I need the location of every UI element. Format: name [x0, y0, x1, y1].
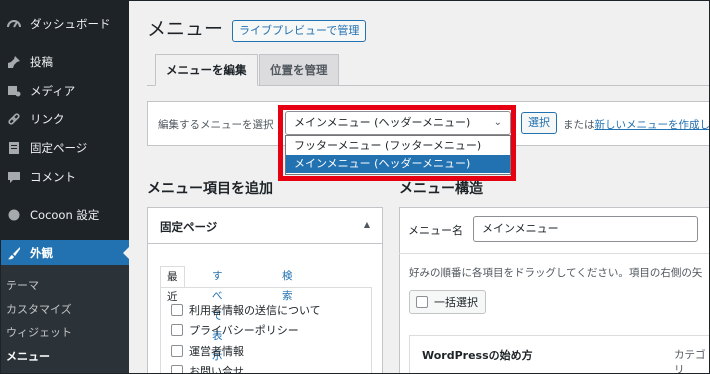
sidebar-item-label: 外観	[30, 246, 53, 260]
sidebar-item-label: ダッシュボード	[30, 17, 111, 31]
live-preview-button[interactable]: ライブプレビューで管理	[232, 20, 367, 42]
sidebar-item-label: 固定ページ	[30, 141, 88, 155]
menu-name-input[interactable]: メインメニュー	[473, 216, 698, 242]
list-item[interactable]: 運営者情報	[171, 343, 244, 359]
page-label: お問い合せ	[189, 365, 244, 374]
sidebar-item-label: コメント	[30, 170, 76, 184]
list-item[interactable]: 利用者情報の送信について	[171, 302, 321, 318]
page-icon	[6, 140, 22, 156]
submenu-item-menus[interactable]: メニュー	[6, 348, 50, 364]
submenu-item-themes[interactable]: テーマ	[6, 277, 39, 293]
or-text: または	[563, 119, 595, 131]
highlight-box	[278, 105, 516, 181]
submenu-item-widgets[interactable]: ウィジェット	[6, 324, 72, 340]
menu-name-label: メニュー名	[408, 224, 463, 237]
menu-item-title: WordPressの始め方	[422, 349, 533, 362]
tab-recent[interactable]: 最近	[160, 266, 185, 303]
appearance-submenu: テーマ カスタマイズ ウィジェット メニュー	[0, 265, 129, 374]
tab-manage-locations[interactable]: 位置を管理	[259, 54, 339, 86]
page-label: プライバシーポリシー	[189, 324, 299, 337]
sidebar-item-label: メディア	[30, 84, 76, 98]
create-new-text: または新しいメニューを作成し	[563, 117, 710, 132]
pages-list-panel: 利用者情報の送信について プライバシーポリシー 運営者情報 お問い合せ	[160, 287, 372, 374]
brush-icon	[6, 245, 22, 261]
add-items-heading: メニュー項目を追加	[147, 181, 273, 197]
sidebar-item-label: Cocoon 設定	[30, 208, 100, 222]
tab-search[interactable]: 検索	[276, 266, 299, 302]
page-label: 運営者情報	[189, 345, 244, 358]
checkbox[interactable]	[171, 345, 183, 357]
pages-accordion: 固定ページ ▲ 最近 すべて表示 検索 利用者情報の送信について プライバシーポ…	[147, 207, 383, 374]
triangle-up-icon[interactable]: ▲	[364, 220, 370, 229]
checkbox[interactable]	[171, 324, 183, 336]
comment-icon	[6, 169, 22, 185]
page-label: 利用者情報の送信について	[189, 304, 321, 317]
sidebar-item-comments[interactable]: コメント	[0, 164, 129, 190]
checkbox[interactable]	[171, 304, 183, 316]
sidebar-item-links[interactable]: リンク	[0, 106, 129, 132]
link-icon	[6, 111, 22, 127]
drag-instructions: 好みの順番に各項目をドラッグしてください。項目の右側の矢	[409, 267, 703, 279]
menu-structure-heading: メニュー構造	[399, 181, 483, 197]
divider	[399, 253, 710, 254]
select-menu-label: 編集するメニューを選択	[158, 119, 274, 131]
sidebar-item-cocoon[interactable]: Cocoon 設定	[0, 202, 129, 228]
checkbox[interactable]	[416, 296, 428, 308]
tab-view-all[interactable]: すべて表示	[206, 266, 229, 362]
create-new-menu-link[interactable]: 新しいメニューを作成し	[595, 119, 710, 131]
submenu-item-customize[interactable]: カスタマイズ	[6, 301, 72, 317]
dashboard-icon	[6, 16, 22, 32]
sidebar-item-label: リンク	[30, 112, 65, 126]
sidebar-item-dashboard[interactable]: ダッシュボード	[0, 11, 129, 37]
list-item[interactable]: お問い合せ	[171, 363, 244, 374]
checkbox[interactable]	[171, 365, 183, 374]
bulk-select-button[interactable]: 一括選択	[409, 290, 486, 314]
sidebar-item-appearance[interactable]: 外観	[0, 240, 129, 266]
media-icon	[6, 83, 22, 99]
current-arrow	[123, 247, 129, 259]
admin-sidebar: ダッシュボード 投稿 メディア リンク 固定ページ コメント Cocoon 設定…	[0, 0, 129, 374]
menu-item-type: カテゴリ	[674, 349, 706, 374]
tab-edit-menus[interactable]: メニューを編集	[155, 54, 258, 86]
sidebar-item-pages[interactable]: 固定ページ	[0, 135, 129, 161]
sidebar-item-posts[interactable]: 投稿	[0, 49, 129, 75]
pages-accordion-header[interactable]: 固定ページ ▲	[148, 208, 382, 244]
circle-icon	[6, 207, 22, 223]
sidebar-item-media[interactable]: メディア	[0, 78, 129, 104]
page-title: メニュー	[147, 18, 224, 40]
bulk-select-label: 一括選択	[434, 296, 478, 309]
pin-icon	[6, 54, 22, 70]
list-item[interactable]: プライバシーポリシー	[171, 322, 299, 338]
select-button[interactable]: 選択	[521, 112, 557, 134]
sidebar-item-label: 投稿	[30, 55, 53, 69]
pages-accordion-title: 固定ページ	[160, 220, 218, 234]
